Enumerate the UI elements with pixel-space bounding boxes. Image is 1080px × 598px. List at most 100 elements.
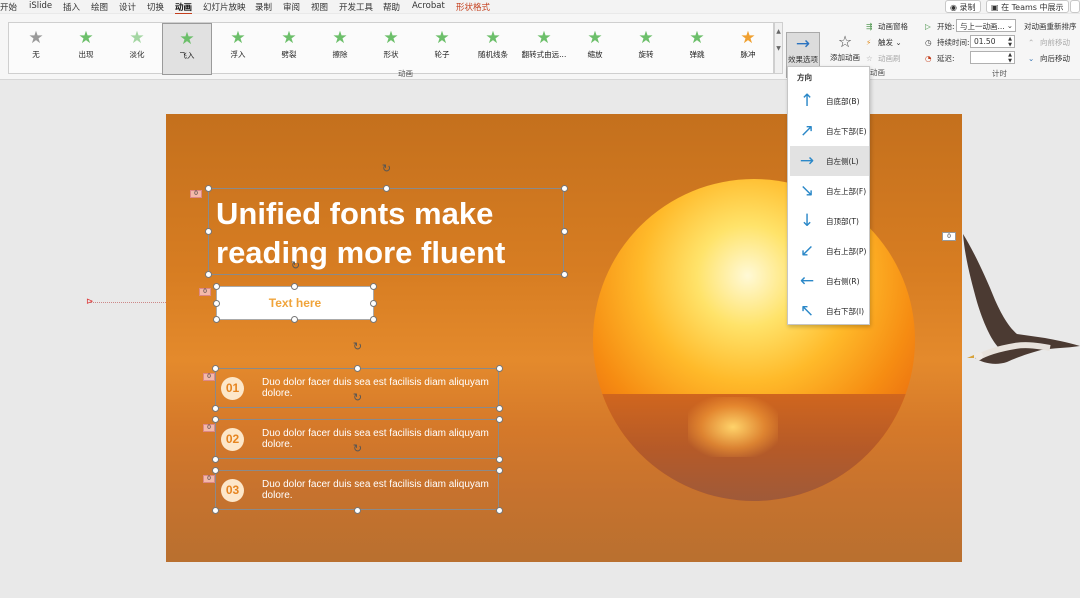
tab-islide[interactable]: iSlide bbox=[29, 1, 52, 11]
start-select[interactable]: 与上一动画... ⌄ bbox=[956, 19, 1016, 32]
gallery-scroll[interactable]: ▲ ▼ bbox=[774, 22, 783, 74]
arrow-right-icon: → bbox=[799, 151, 815, 171]
tab-insert[interactable]: 插入 bbox=[63, 1, 80, 13]
anim-label: 轮子 bbox=[434, 50, 450, 59]
anim-swivel[interactable]: ★ 旋转 bbox=[621, 23, 671, 75]
resize-handle[interactable] bbox=[205, 185, 212, 192]
resize-handle[interactable] bbox=[212, 405, 219, 412]
option-label: 自左上部(F) bbox=[826, 187, 867, 196]
direction-from-bottom-right[interactable]: ↖ 自右下部(I) bbox=[790, 296, 869, 326]
resize-handle[interactable] bbox=[561, 185, 568, 192]
move-earlier-button[interactable]: ⌃ 向前移动 bbox=[1028, 37, 1070, 48]
tab-slideshow[interactable]: 幻灯片放映 bbox=[203, 1, 246, 13]
rotate-handle-icon[interactable]: ↻ bbox=[352, 443, 363, 454]
resize-handle[interactable] bbox=[212, 456, 219, 463]
direction-from-bottom[interactable]: ↑ 自底部(B) bbox=[790, 86, 869, 116]
animation-pane-button[interactable]: ⇶ 动画窗格 bbox=[866, 21, 908, 32]
rotate-handle-icon[interactable]: ↻ bbox=[352, 392, 363, 403]
resize-handle[interactable] bbox=[496, 467, 503, 474]
resize-handle[interactable] bbox=[213, 300, 220, 307]
tab-help[interactable]: 帮助 bbox=[383, 1, 400, 13]
resize-handle[interactable] bbox=[354, 365, 361, 372]
anim-bounce[interactable]: ★ 弹跳 bbox=[672, 23, 722, 75]
duration-input[interactable]: 01.50 ▲ ▼ bbox=[970, 35, 1015, 48]
resize-handle[interactable] bbox=[212, 507, 219, 514]
tab-developer[interactable]: 开发工具 bbox=[339, 1, 373, 13]
resize-handle[interactable] bbox=[496, 456, 503, 463]
teams-present-button[interactable]: ▣ 在 Teams 中展示 bbox=[986, 0, 1069, 13]
list-item[interactable]: 03 Duo dolor facer duis sea est facilisi… bbox=[215, 470, 499, 510]
resize-handle[interactable] bbox=[383, 185, 390, 192]
delay-input[interactable]: ▲ ▼ bbox=[970, 51, 1015, 64]
resize-handle[interactable] bbox=[370, 283, 377, 290]
tab-record[interactable]: 录制 bbox=[255, 1, 272, 13]
chevron-down-icon: ⌄ bbox=[1006, 21, 1013, 30]
trigger-button[interactable]: ⚡ 触发 ⌄ bbox=[866, 37, 902, 48]
direction-from-top-right[interactable]: ↙ 自右上部(P) bbox=[790, 236, 869, 266]
resize-handle[interactable] bbox=[496, 507, 503, 514]
resize-handle[interactable] bbox=[561, 271, 568, 278]
resize-handle[interactable] bbox=[291, 316, 298, 323]
tab-draw[interactable]: 绘图 bbox=[91, 1, 108, 13]
anim-wheel[interactable]: ★ 轮子 bbox=[417, 23, 467, 75]
anim-fade[interactable]: ★ 淡化 bbox=[112, 23, 162, 75]
tab-view[interactable]: 视图 bbox=[311, 1, 328, 13]
resize-handle[interactable] bbox=[212, 365, 219, 372]
resize-handle[interactable] bbox=[213, 283, 220, 290]
direction-from-left[interactable]: → 自左侧(L) bbox=[790, 146, 869, 176]
tab-home[interactable]: 开始 bbox=[0, 1, 17, 13]
resize-handle[interactable] bbox=[370, 300, 377, 307]
anim-grow-turn[interactable]: ★ 翻转式由远... bbox=[519, 23, 569, 75]
arrow-left-icon: ← bbox=[799, 271, 815, 291]
seagull-image[interactable] bbox=[955, 230, 1080, 370]
resize-handle[interactable] bbox=[212, 416, 219, 423]
rotate-handle-icon[interactable]: ↻ bbox=[352, 341, 363, 352]
resize-handle[interactable] bbox=[496, 416, 503, 423]
more-button[interactable] bbox=[1070, 0, 1080, 13]
anim-zoom[interactable]: ★ 缩放 bbox=[570, 23, 620, 75]
direction-from-bottom-left[interactable]: ↗ 自左下部(E) bbox=[790, 116, 869, 146]
rotate-handle-icon[interactable]: ↻ bbox=[381, 163, 392, 174]
anim-float-in[interactable]: ★ 浮入 bbox=[213, 23, 263, 75]
group-label-animation: 动画 bbox=[398, 69, 413, 78]
option-label: 自底部(B) bbox=[826, 97, 860, 106]
resize-handle[interactable] bbox=[213, 316, 220, 323]
direction-from-top-left[interactable]: ↘ 自左上部(F) bbox=[790, 176, 869, 206]
resize-handle[interactable] bbox=[496, 365, 503, 372]
anim-random-bars[interactable]: ★ 随机线条 bbox=[468, 23, 518, 75]
resize-handle[interactable] bbox=[291, 283, 298, 290]
anim-fly-in[interactable]: ★ 飞入 bbox=[162, 23, 212, 75]
rotate-handle-icon[interactable]: ↻ bbox=[290, 260, 301, 271]
resize-handle[interactable] bbox=[496, 405, 503, 412]
spinner-icon: ▲ ▼ bbox=[1008, 36, 1012, 48]
animation-painter-button[interactable]: ☆ 动画刷 bbox=[866, 53, 901, 64]
resize-handle[interactable] bbox=[212, 467, 219, 474]
tab-acrobat[interactable]: Acrobat bbox=[412, 1, 445, 11]
resize-handle[interactable] bbox=[354, 507, 361, 514]
scroll-down-icon: ▼ bbox=[776, 45, 781, 52]
direction-from-right[interactable]: ← 自右侧(R) bbox=[790, 266, 869, 296]
direction-from-top[interactable]: ↓ 自顶部(T) bbox=[790, 206, 869, 236]
resize-handle[interactable] bbox=[205, 228, 212, 235]
anim-pulse[interactable]: ★ 脉冲 bbox=[723, 23, 773, 75]
direction-dropdown: 方向 ↑ 自底部(B) ↗ 自左下部(E) → 自左侧(L) ↘ 自左上部(F) ↓ 自顶… bbox=[787, 66, 870, 325]
move-later-button[interactable]: ⌄ 向后移动 bbox=[1028, 53, 1070, 64]
resize-handle[interactable] bbox=[561, 228, 568, 235]
tab-animations[interactable]: 动画 bbox=[175, 1, 193, 15]
tab-transitions[interactable]: 切换 bbox=[147, 1, 164, 13]
resize-handle[interactable] bbox=[205, 271, 212, 278]
record-button[interactable]: ◉ 录制 bbox=[945, 0, 981, 13]
anim-none[interactable]: ★ 无 bbox=[11, 23, 61, 75]
motion-path-start-icon[interactable]: ⊳ bbox=[86, 297, 94, 307]
item-number: 01 bbox=[221, 377, 244, 400]
resize-handle[interactable] bbox=[370, 316, 377, 323]
option-label: 自左下部(E) bbox=[826, 127, 867, 136]
tab-shape-format[interactable]: 形状格式 bbox=[456, 1, 490, 13]
anim-wipe[interactable]: ★ 擦除 bbox=[315, 23, 365, 75]
subtitle-box[interactable]: Text here bbox=[216, 286, 374, 320]
tab-review[interactable]: 审阅 bbox=[283, 1, 300, 13]
anim-split[interactable]: ★ 劈裂 bbox=[264, 23, 314, 75]
anim-appear[interactable]: ★ 出现 bbox=[61, 23, 111, 75]
tab-design[interactable]: 设计 bbox=[119, 1, 136, 13]
star-icon: ★ bbox=[485, 28, 501, 48]
